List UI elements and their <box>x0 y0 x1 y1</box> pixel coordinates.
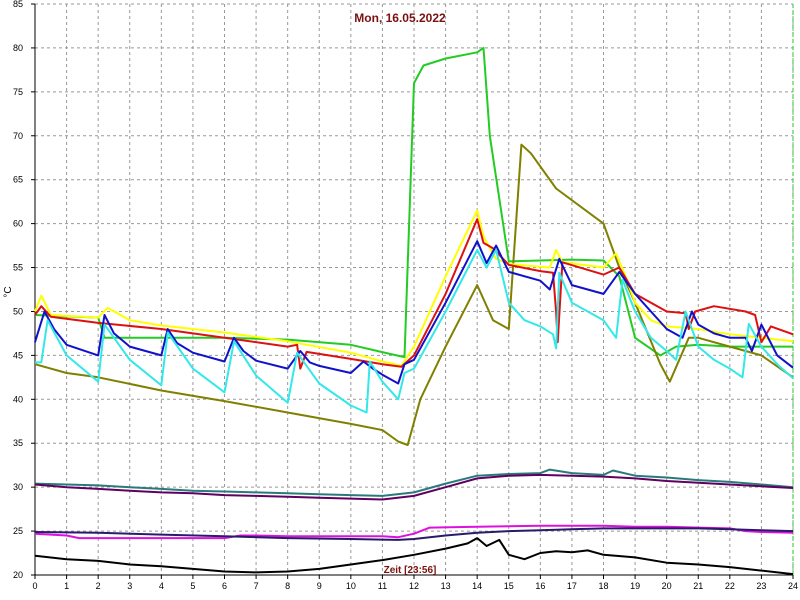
y-axis-title: °C <box>3 286 14 297</box>
y-tick-label: 55 <box>13 263 23 273</box>
x-tick-label: 16 <box>535 581 545 591</box>
line-chart: 0 1 2 3 4 5 6 7 8 9 10 11 12 13 14 15 16 17 18 19 20 21 22 23 24… <box>0 0 800 600</box>
x-tick-label: 9 <box>317 581 322 591</box>
x-tick-label: 10 <box>346 581 356 591</box>
y-tick-label: 45 <box>13 350 23 360</box>
x-tick-label: 24 <box>788 581 798 591</box>
chart-background <box>0 0 800 600</box>
y-tick-label: 80 <box>13 43 23 53</box>
y-tick-label: 25 <box>13 526 23 536</box>
y-tick-label: 65 <box>13 175 23 185</box>
x-tick-label: 5 <box>190 581 195 591</box>
y-tick-label: 30 <box>13 482 23 492</box>
x-tick-label: 22 <box>725 581 735 591</box>
x-tick-label: 17 <box>567 581 577 591</box>
x-tick-label: 23 <box>756 581 766 591</box>
x-tick-label: 0 <box>32 581 37 591</box>
x-tick-label: 19 <box>630 581 640 591</box>
x-axis-title: Zeit [23:56] <box>384 565 437 576</box>
x-tick-label: 2 <box>96 581 101 591</box>
y-tick-label: 70 <box>13 131 23 141</box>
x-tick-label: 3 <box>127 581 132 591</box>
x-tick-label: 7 <box>254 581 259 591</box>
x-tick-label: 20 <box>662 581 672 591</box>
y-tick-label: 50 <box>13 306 23 316</box>
x-tick-label: 11 <box>378 581 387 591</box>
x-tick-label: 13 <box>441 581 451 591</box>
y-tick-label: 75 <box>13 87 23 97</box>
chart-title: Mon, 16.05.2022 <box>354 11 446 25</box>
y-tick-label: 60 <box>13 219 23 229</box>
x-tick-label: 15 <box>504 581 514 591</box>
y-tick-label: 85 <box>13 0 23 9</box>
y-tick-label: 35 <box>13 438 23 448</box>
y-tick-label: 40 <box>13 394 23 404</box>
x-tick-label: 8 <box>285 581 290 591</box>
x-tick-label: 14 <box>472 581 482 591</box>
x-tick-label: 21 <box>693 581 703 591</box>
x-tick-label: 12 <box>409 581 419 591</box>
x-tick-label: 6 <box>222 581 227 591</box>
chart-container: 0 1 2 3 4 5 6 7 8 9 10 11 12 13 14 15 16 17 18 19 20 21 22 23 24… <box>0 0 800 600</box>
x-tick-label: 1 <box>64 581 69 591</box>
y-tick-label: 20 <box>13 570 23 580</box>
x-tick-label: 18 <box>598 581 608 591</box>
x-tick-label: 4 <box>159 581 164 591</box>
